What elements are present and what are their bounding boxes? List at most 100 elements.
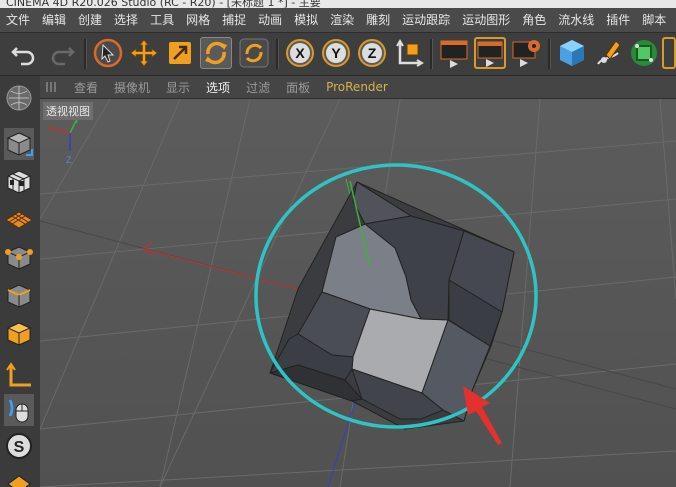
scale-tool-button[interactable]	[164, 37, 196, 69]
perspective-viewport[interactable]: Y X Z 透视视图	[40, 99, 676, 487]
overflow-icon	[7, 475, 31, 487]
tweak-mode-button[interactable]	[4, 394, 34, 426]
menu-item[interactable]: 动画	[252, 8, 288, 32]
menu-item[interactable]: 模拟	[288, 8, 324, 32]
axis-mode-button[interactable]	[4, 360, 34, 392]
z-axis-lock-button[interactable]: Z	[356, 37, 388, 69]
toolbar-separator	[276, 39, 279, 69]
move-tool-button[interactable]	[128, 37, 160, 69]
toolbar-separator	[548, 39, 551, 69]
redo-icon	[51, 47, 75, 66]
tweak-mode-icon	[8, 399, 29, 423]
coordinate-system-button[interactable]	[392, 37, 424, 69]
gizmo-z-label: Z	[66, 155, 72, 165]
x-axis-lock-icon: X	[286, 39, 314, 67]
viewport-menu-item[interactable]: 显示	[158, 79, 198, 96]
menu-item[interactable]: 网格	[180, 8, 216, 32]
svg-text:Y: Y	[331, 45, 341, 61]
render-view-icon	[440, 40, 468, 68]
menu-item[interactable]: 编辑	[36, 8, 72, 32]
select-icon	[93, 38, 123, 68]
svg-text:S: S	[14, 439, 25, 456]
viewport-solo-icon	[6, 85, 32, 111]
recent-tool-button[interactable]	[238, 37, 270, 69]
subdivision-icon	[631, 40, 657, 66]
mode-palette: S	[0, 76, 41, 487]
viewport-canvas[interactable]: Y X Z	[40, 99, 676, 487]
menu-item[interactable]: 选择	[108, 8, 144, 32]
live-selection-button[interactable]	[92, 37, 124, 69]
cube-icon	[560, 40, 584, 66]
recent-tool-icon	[239, 38, 269, 68]
menu-item[interactable]: 角色	[516, 8, 552, 32]
left-palette-overflow-item[interactable]	[4, 470, 34, 487]
axis-mode-icon	[6, 362, 31, 387]
y-axis-lock-icon: Y	[322, 39, 350, 67]
menu-item[interactable]: 流水线	[552, 8, 600, 32]
viewport-menu-prorender[interactable]: ProRender	[318, 80, 396, 94]
pen-icon	[597, 40, 621, 65]
snap-button[interactable]: S	[4, 430, 34, 462]
model-mode-icon	[6, 132, 33, 156]
menu-item[interactable]: 运动图形	[456, 8, 516, 32]
menu-item[interactable]: 雕刻	[360, 8, 396, 32]
viewport-name-label: 透视视图	[43, 102, 93, 120]
undo-icon	[11, 47, 35, 66]
viewport-menu-item[interactable]: 摄像机	[106, 79, 158, 96]
rotate-icon	[205, 41, 227, 65]
menu-item[interactable]: 文件	[0, 8, 36, 32]
gizmo-x-label: X	[48, 124, 54, 134]
polygons-mode-icon	[6, 322, 32, 346]
svg-text:Z: Z	[368, 45, 377, 61]
texture-mode-button[interactable]	[4, 166, 34, 198]
rotate-tool-button[interactable]	[200, 37, 232, 69]
texture-mode-icon	[7, 170, 31, 194]
undo-button[interactable]	[8, 37, 40, 69]
z-axis-lock-icon: Z	[358, 39, 386, 67]
menu-item[interactable]: 插件	[600, 8, 636, 32]
render-settings-icon	[512, 40, 540, 67]
workplane-button[interactable]	[4, 204, 34, 236]
window-title: CINEMA 4D R20.026 Studio (RC - R20) - [未…	[6, 0, 321, 8]
main-toolbar: X Y Z	[0, 33, 676, 76]
menu-item[interactable]: 脚本	[636, 8, 672, 32]
world-coordinates-icon	[396, 39, 424, 67]
points-mode-icon	[5, 246, 33, 270]
menu-item[interactable]: 捕捉	[216, 8, 252, 32]
menu-item[interactable]: 创建	[72, 8, 108, 32]
edges-mode-icon	[7, 284, 31, 308]
render-view-button[interactable]	[438, 37, 470, 69]
menu-item[interactable]: 工具	[144, 8, 180, 32]
main-menu-bar: 文件 编辑 创建 选择 工具 网格 捕捉 动画 模拟 渲染 雕刻 运动跟踪 运动图形 角色 流水线 插件 脚本	[0, 8, 676, 33]
viewport-solo-button[interactable]	[4, 82, 34, 114]
redo-button[interactable]	[46, 37, 78, 69]
model-mode-button[interactable]	[4, 128, 34, 160]
viewport-menu-item[interactable]: 过滤	[238, 79, 278, 96]
polygons-mode-button[interactable]	[4, 318, 34, 350]
toolbar-overflow-item[interactable]	[662, 37, 676, 69]
window-titlebar: CINEMA 4D R20.026 Studio (RC - R20) - [未…	[0, 0, 676, 8]
toolbar-separator	[430, 39, 433, 69]
subdivision-surface-button[interactable]	[628, 37, 660, 69]
move-icon	[130, 39, 158, 67]
svg-text:X: X	[295, 45, 305, 61]
workplane-icon	[5, 211, 33, 229]
viewport-menu-bar: 查看 摄像机 显示 选项 过滤 面板 ProRender	[40, 76, 676, 99]
pen-spline-button[interactable]	[592, 37, 624, 69]
points-mode-button[interactable]	[4, 242, 34, 274]
viewport-menu-item[interactable]: 面板	[278, 79, 318, 96]
menu-item[interactable]: 渲染	[324, 8, 360, 32]
y-axis-lock-button[interactable]: Y	[320, 37, 352, 69]
toolbar-separator	[84, 39, 87, 69]
viewport-menu-item[interactable]: 查看	[66, 79, 106, 96]
x-axis-lock-button[interactable]: X	[284, 37, 316, 69]
cube-primitive-button[interactable]	[556, 37, 588, 69]
scale-icon	[169, 42, 191, 64]
viewport-menu-grip[interactable]	[46, 82, 58, 92]
render-settings-button[interactable]	[510, 37, 542, 69]
render-to-picture-viewer-icon	[477, 41, 503, 67]
render-to-picture-viewer-button[interactable]	[474, 37, 506, 69]
viewport-menu-item[interactable]: 选项	[198, 79, 238, 96]
edges-mode-button[interactable]	[4, 280, 34, 312]
menu-item[interactable]: 运动跟踪	[396, 8, 456, 32]
